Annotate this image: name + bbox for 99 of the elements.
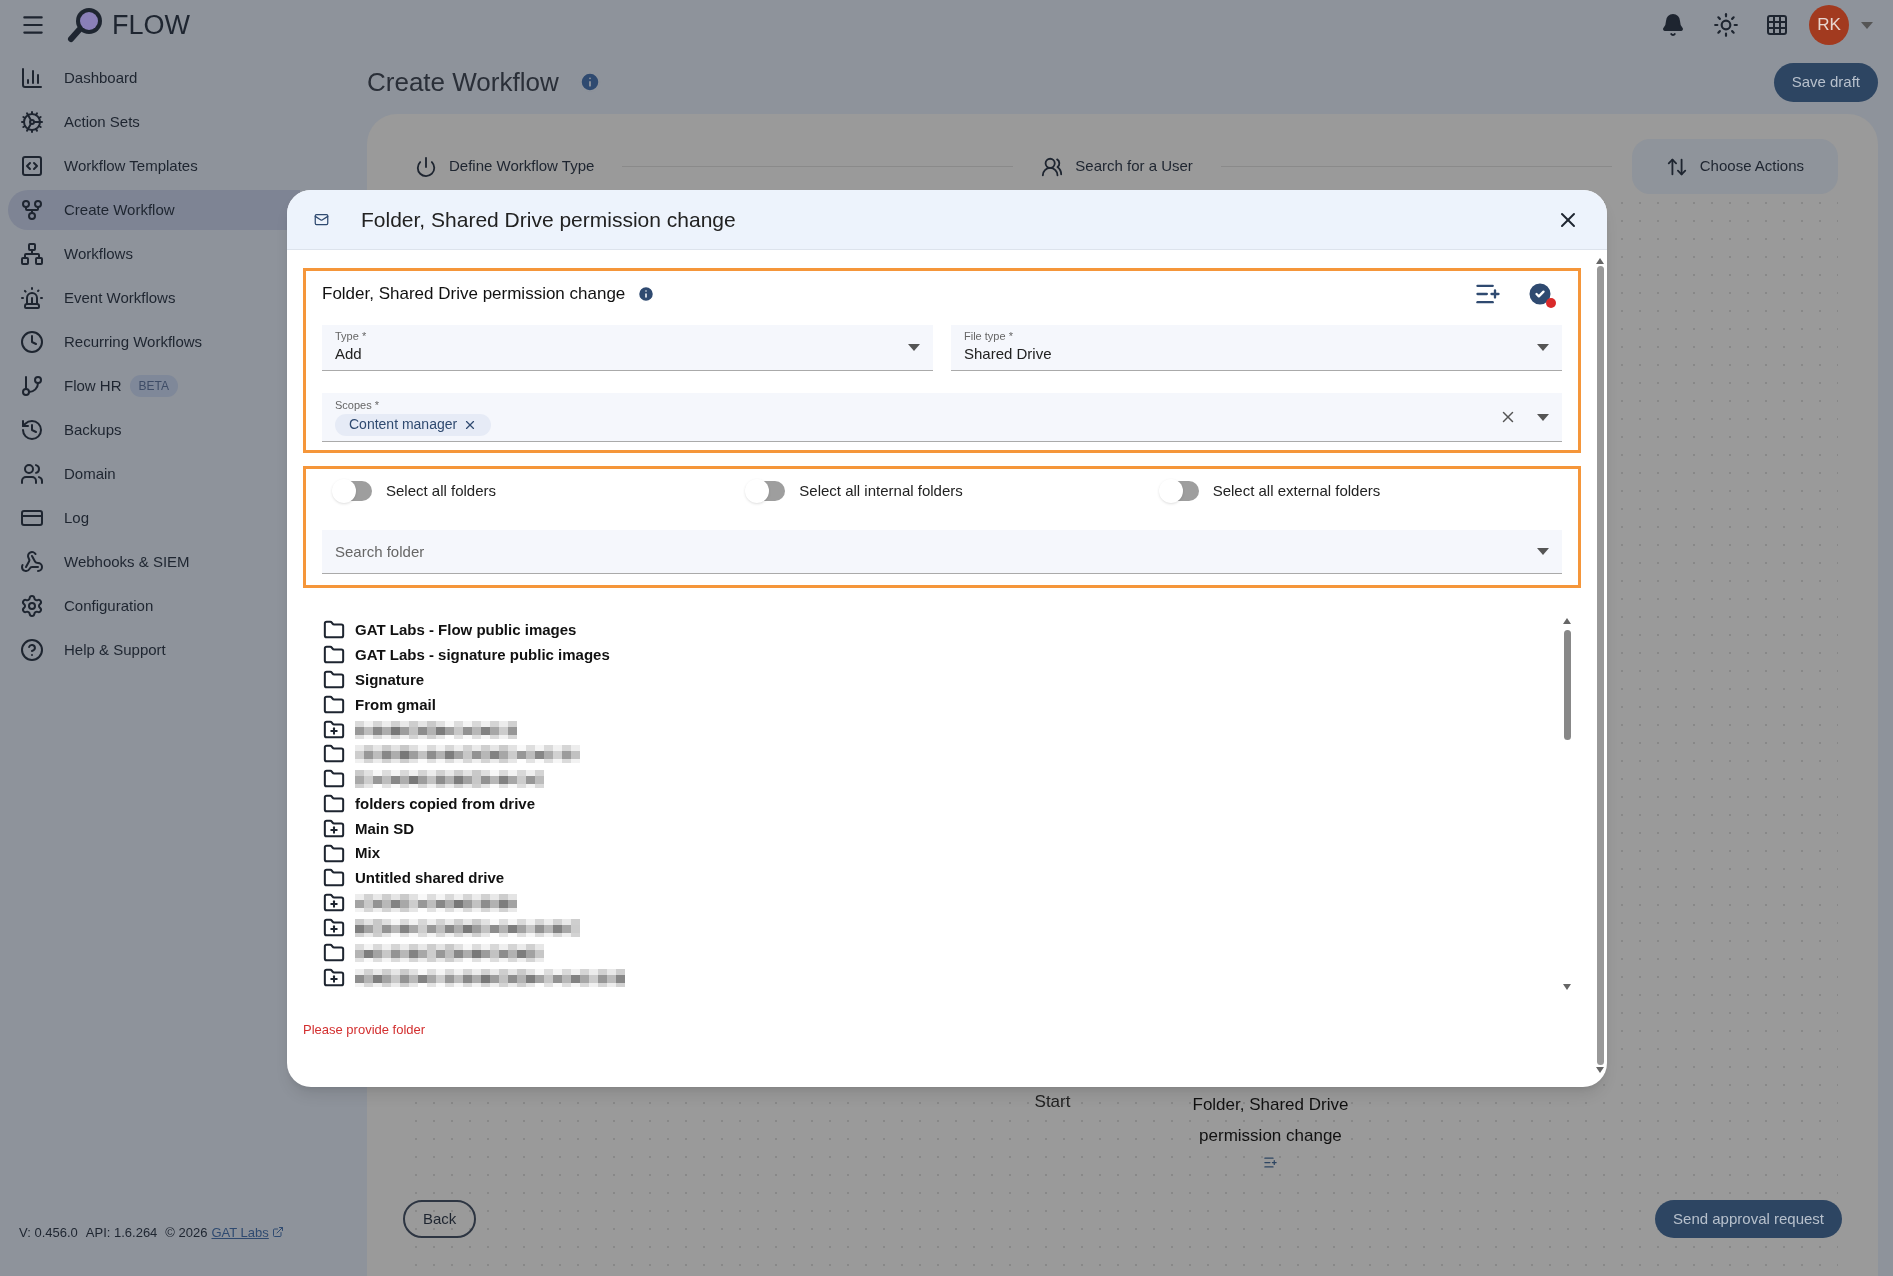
node-label: Folder, Shared Drive permission change [1191, 1094, 1350, 1147]
people-icon [1041, 155, 1064, 178]
folder-icon[interactable] [323, 693, 345, 716]
toggle-label: Select all external folders [1212, 480, 1381, 501]
sidebar-item[interactable]: Log [8, 498, 300, 538]
version-text: V: 0.456.0 [19, 1223, 78, 1242]
history-icon [20, 418, 44, 442]
field-value: Shared Drive [964, 343, 1053, 364]
info-icon [637, 285, 656, 303]
sidebar-item[interactable]: Webhooks & SIEM [8, 542, 300, 582]
help-icon [20, 638, 44, 662]
field-label: Type * [335, 329, 368, 343]
folder-item[interactable]: Mix [355, 842, 380, 865]
toggle-switch[interactable] [747, 481, 786, 501]
folder-plus-icon[interactable] [323, 817, 345, 840]
scroll-down-icon[interactable] [1563, 984, 1571, 990]
sidebar-item[interactable]: Help & Support [8, 630, 300, 670]
field-label: Scopes * [335, 398, 381, 412]
siren-icon [20, 286, 44, 310]
notifications-icon[interactable] [1661, 13, 1685, 37]
sidebar-item[interactable]: Dashboard [8, 58, 300, 98]
folder-icon[interactable] [323, 941, 345, 964]
hierarchy-icon [20, 242, 44, 266]
dropdown-caret-icon[interactable] [1537, 548, 1549, 555]
toggle-switch[interactable] [334, 481, 372, 501]
scope-chip[interactable]: Content manager [335, 413, 492, 436]
list-add-icon [1262, 1155, 1278, 1170]
toggle-switch[interactable] [1160, 481, 1199, 501]
folder-item[interactable]: GAT Labs - Flow public images [355, 619, 577, 642]
webhook-icon [20, 550, 44, 574]
sidebar-item[interactable]: Recurring Workflows [8, 322, 300, 362]
scrollbar-thumb[interactable] [1563, 630, 1571, 740]
mail-icon [314, 212, 329, 227]
copyright-text: © 2026 [165, 1223, 208, 1242]
clock-icon [20, 330, 44, 354]
folder-item[interactable]: Untitled shared drive [355, 867, 505, 890]
company-link[interactable]: GAT Labs [211, 1222, 269, 1242]
select-field[interactable]: Type * Add [322, 325, 933, 371]
external-link-icon [271, 1226, 284, 1239]
sidebar-item[interactable]: Action Sets [8, 102, 300, 142]
sidebar-item[interactable]: Event Workflows [8, 278, 300, 318]
folder-icon[interactable] [323, 792, 345, 815]
folder-plus-icon[interactable] [323, 966, 345, 989]
sun-icon[interactable] [1713, 12, 1739, 38]
toggle-label: Select all internal folders [799, 480, 963, 501]
sidebar-item[interactable]: Workflow Templates [8, 146, 300, 186]
check-badge-icon[interactable] [1526, 280, 1554, 308]
beta-badge: BETA [129, 375, 178, 397]
section-title: Folder, Shared Drive permission change [322, 283, 626, 306]
dropdown-caret-icon[interactable] [1537, 413, 1549, 421]
page-title: Create Workflow [367, 65, 559, 99]
scroll-up-icon[interactable] [1563, 618, 1571, 624]
stepper-step[interactable]: Search for a User [1033, 155, 1201, 178]
user-avatar[interactable]: RK [1809, 5, 1849, 45]
info-icon [578, 71, 601, 93]
dropdown-caret-icon[interactable] [1537, 344, 1549, 351]
scrollbar-thumb[interactable] [1596, 266, 1604, 1065]
search-folder-field[interactable]: Search folder [322, 530, 1562, 574]
fork-icon [20, 198, 44, 222]
dropdown-caret-icon[interactable] [908, 344, 920, 351]
settings-icon [20, 594, 44, 618]
field-value: Add [335, 343, 363, 364]
back-button[interactable]: Back [403, 1200, 477, 1238]
folder-item[interactable]: Main SD [355, 817, 415, 840]
scopes-field[interactable]: Scopes * Content manager [322, 393, 1562, 442]
folder-item[interactable]: folders copied from drive [355, 792, 536, 816]
toggle-label: Select all folders [386, 480, 497, 501]
scroll-up-icon[interactable] [1596, 258, 1604, 264]
error-message: Please provide folder [303, 1021, 427, 1039]
sidebar-item[interactable]: Configuration [8, 586, 300, 626]
folder-item[interactable]: GAT Labs - signature public images [355, 643, 610, 667]
scroll-down-icon[interactable] [1596, 1067, 1604, 1073]
gear-icon [20, 110, 44, 134]
sidebar-item[interactable]: Create Workflow [8, 190, 300, 230]
code-window-icon [20, 154, 44, 178]
sidebar-item[interactable]: Backups [8, 410, 300, 450]
node-label: Start [1034, 1091, 1071, 1113]
power-icon [415, 155, 437, 178]
save-draft-button[interactable]: Save draft [1773, 62, 1878, 102]
branch-icon [20, 374, 44, 398]
dialog-title: Folder, Shared Drive permission change [361, 206, 736, 233]
sidebar-item[interactable]: Workflows [8, 234, 300, 274]
field-label: File type * [964, 329, 1014, 343]
api-version-text: API: 1.6.264 [85, 1223, 158, 1242]
app-name: FLOW [112, 8, 190, 42]
folder-item[interactable]: From gmail [355, 693, 436, 717]
apps-grid-icon[interactable] [1765, 13, 1789, 37]
folder-item[interactable]: Signature [355, 668, 425, 692]
folder-icon[interactable] [323, 669, 345, 691]
folder-plus-icon[interactable] [323, 916, 345, 939]
folder-plus-icon[interactable] [323, 718, 345, 741]
folder-icon[interactable] [323, 842, 345, 865]
select-field[interactable]: File type * Shared Drive [951, 325, 1562, 371]
stepper-step[interactable]: Define Workflow Type [407, 155, 603, 178]
bar-chart-icon [20, 66, 44, 90]
people-icon [20, 462, 44, 486]
sidebar-item[interactable]: Domain [8, 454, 300, 494]
stepper-step[interactable]: Choose Actions [1631, 139, 1838, 194]
send-approval-button[interactable]: Send approval request [1655, 1200, 1842, 1238]
